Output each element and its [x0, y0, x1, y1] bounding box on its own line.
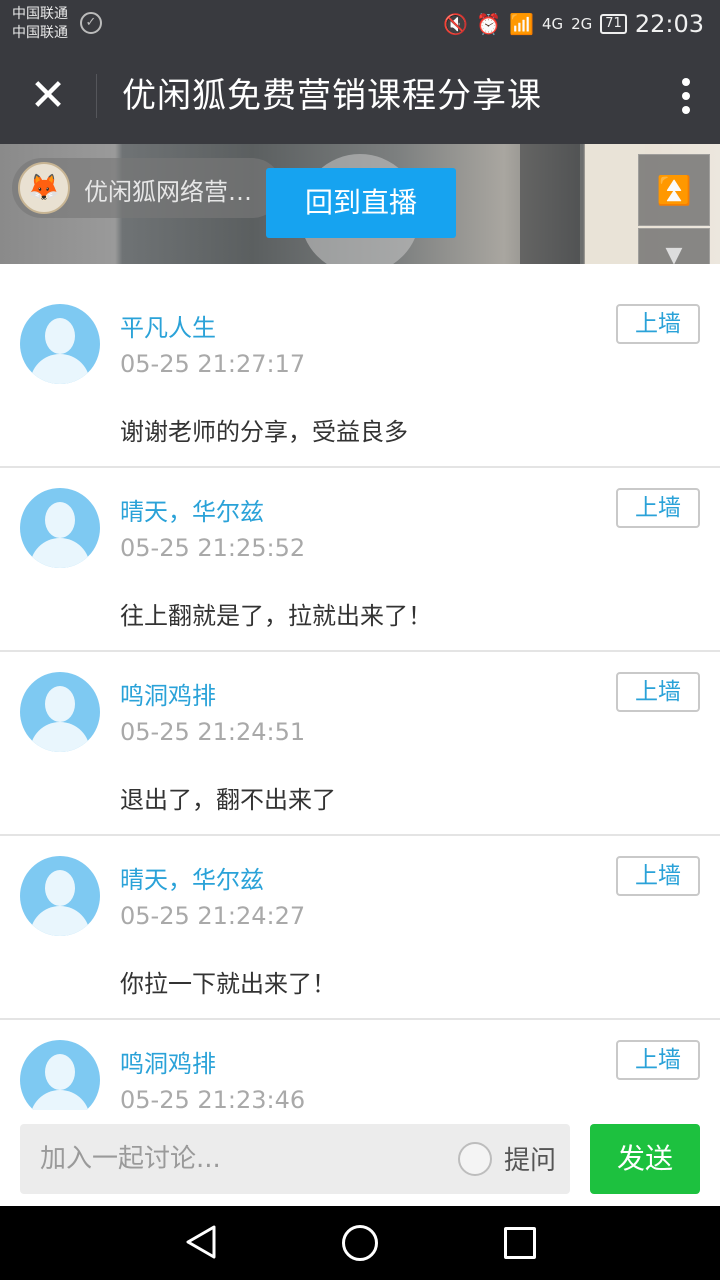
avatar-icon[interactable] [20, 1040, 100, 1110]
comment-item: 晴天，华尔兹 05-25 21:25:52 往上翻就是了，拉就出来了！ 上墙 [0, 468, 720, 652]
wall-button[interactable]: 上墙 [616, 304, 700, 344]
page-title: 优闲狐免费营销课程分享课 [122, 76, 542, 116]
verified-icon: ✓ [80, 12, 102, 34]
comment-item: 鸣洞鸡排 05-25 21:24:51 退出了，翻不出来了 上墙 [0, 652, 720, 836]
home-icon[interactable] [342, 1225, 378, 1261]
clock: 22:03 [634, 10, 704, 38]
comment-author[interactable]: 晴天，华尔兹 [120, 492, 264, 527]
comment-time: 05-25 21:25:52 [120, 534, 306, 562]
scroll-controls: ⏫ ▼ [638, 154, 710, 264]
video-frame-detail [585, 144, 645, 264]
wall-button[interactable]: 上墙 [616, 488, 700, 528]
comment-input[interactable] [20, 1124, 440, 1194]
system-nav-bar [0, 1206, 720, 1280]
carrier-1: 中国联通 [12, 6, 68, 22]
comment-time: 05-25 21:24:51 [120, 718, 306, 746]
send-button[interactable]: 发送 [590, 1124, 700, 1194]
comment-time: 05-25 21:24:27 [120, 902, 306, 930]
anchor-info[interactable]: 🦊 优闲狐网络营… [12, 158, 282, 218]
comment-author[interactable]: 鸣洞鸡排 [120, 676, 216, 711]
comment-item: 平凡人生 05-25 21:27:17 谢谢老师的分享，受益良多 上墙 [0, 284, 720, 468]
comment-text: 谢谢老师的分享，受益良多 [120, 418, 408, 446]
anchor-logo: 🦊 [18, 162, 70, 214]
mute-icon: 🔇 [443, 12, 469, 36]
live-video[interactable]: 🦊 优闲狐网络营… 回到直播 ⏫ ▼ [0, 144, 720, 264]
avatar-icon[interactable] [20, 672, 100, 752]
wall-button[interactable]: 上墙 [616, 856, 700, 896]
wall-button[interactable]: 上墙 [616, 672, 700, 712]
network-2: 2G [571, 15, 593, 33]
network-1: 4G [541, 15, 564, 33]
nav-bar: ✕ 优闲狐免费营销课程分享课 [0, 48, 720, 144]
more-icon[interactable] [680, 74, 692, 118]
alarm-icon: ⏰ [476, 12, 502, 36]
comment-text: 你拉一下就出来了！ [120, 970, 336, 998]
video-frame-detail [520, 144, 580, 264]
nav-divider [96, 74, 97, 118]
anchor-name: 优闲狐网络营… [84, 178, 252, 206]
comment-author[interactable]: 晴天，华尔兹 [120, 860, 264, 895]
comment-author[interactable]: 鸣洞鸡排 [120, 1044, 216, 1079]
input-bar: 提问 发送 [0, 1110, 720, 1206]
comment-time: 05-25 21:27:17 [120, 350, 306, 378]
scroll-down-icon[interactable]: ▼ [638, 228, 710, 264]
comment-text: 退出了，翻不出来了 [120, 786, 336, 814]
status-icons: 🔇 ⏰ 📶 4G 2G 71 22:03 [443, 8, 704, 40]
wall-button[interactable]: 上墙 [616, 1040, 700, 1080]
comment-time: 05-25 21:23:46 [120, 1086, 306, 1110]
avatar-icon[interactable] [20, 304, 100, 384]
back-icon[interactable] [184, 1224, 218, 1260]
close-icon[interactable]: ✕ [22, 70, 74, 122]
input-container: 提问 [20, 1124, 570, 1194]
comment-author[interactable]: 平凡人生 [120, 308, 216, 343]
back-to-live-button[interactable]: 回到直播 [266, 168, 456, 238]
scroll-top-icon[interactable]: ⏫ [638, 154, 710, 226]
ask-question-radio[interactable] [458, 1142, 492, 1176]
ask-question-label[interactable]: 提问 [504, 1140, 556, 1177]
battery-indicator: 71 [600, 14, 627, 34]
comment-text: 往上翻就是了，拉就出来了！ [120, 602, 432, 630]
comment-list[interactable]: 平凡人生 05-25 21:27:17 谢谢老师的分享，受益良多 上墙 晴天，华… [0, 264, 720, 1110]
carrier-info: 中国联通 中国联通 [12, 5, 68, 43]
comment-item: 晴天，华尔兹 05-25 21:24:27 你拉一下就出来了！ 上墙 [0, 836, 720, 1020]
avatar-icon[interactable] [20, 488, 100, 568]
comment-item: 鸣洞鸡排 05-25 21:23:46 上墙 [0, 1020, 720, 1110]
avatar-icon[interactable] [20, 856, 100, 936]
wifi-icon: 📶 [509, 12, 534, 36]
recent-apps-icon[interactable] [504, 1227, 536, 1259]
status-bar: 中国联通 中国联通 ✓ 🔇 ⏰ 📶 4G 2G 71 22:03 [0, 0, 720, 48]
carrier-2: 中国联通 [12, 25, 68, 41]
